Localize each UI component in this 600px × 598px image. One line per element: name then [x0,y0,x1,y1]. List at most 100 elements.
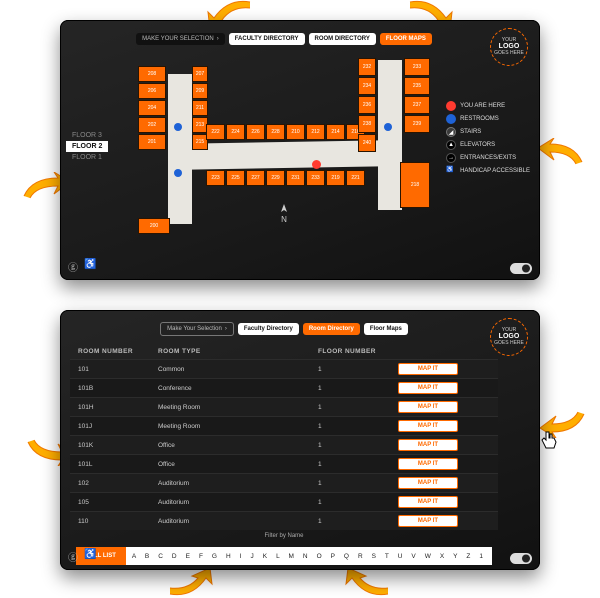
table-row[interactable]: 101HMeeting Room1MAP IT [70,397,498,416]
accessibility-mode-icon[interactable]: ♿ [84,259,96,274]
cell-floor-number: 1 [318,423,398,430]
map-unit[interactable]: 226 [246,124,265,140]
table-row[interactable]: 101KOffice1MAP IT [70,435,498,454]
directory-table: ROOM NUMBER ROOM TYPE FLOOR NUMBER 101Co… [70,344,498,530]
logo-placeholder: YOURLOGOGOES HERE [490,28,528,66]
cell-room-number: 105 [78,499,158,506]
map-unit[interactable]: 227 [246,170,265,186]
map-unit[interactable]: 222 [206,124,225,140]
map-unit[interactable]: 204 [138,100,166,116]
restroom-marker [174,164,182,182]
map-unit[interactable]: 224 [226,124,245,140]
map-unit[interactable]: 201 [138,134,166,150]
compass-icon: N [279,204,289,224]
col-floor-number[interactable]: FLOOR NUMBER [318,348,398,355]
map-unit[interactable]: 219 [326,170,345,186]
map-unit[interactable]: 235 [404,77,430,95]
map-it-button[interactable]: MAP IT [398,401,458,413]
map-unit[interactable]: 236 [358,96,376,114]
map-unit[interactable]: 210 [286,124,305,140]
accessibility-mode-icon[interactable]: ♿ [84,549,96,564]
floor-2-button[interactable]: FLOOR 2 [66,141,108,152]
map-unit[interactable]: 209 [192,83,208,99]
map-unit[interactable]: 206 [138,83,166,99]
map-unit[interactable]: 218 [400,162,430,208]
cell-room-number: 101H [78,404,158,411]
map-it-button[interactable]: MAP IT [398,420,458,432]
map-unit[interactable]: 228 [266,124,285,140]
map-it-button[interactable]: MAP IT [398,458,458,470]
cell-room-number: 101L [78,461,158,468]
map-unit[interactable]: 240 [358,134,376,152]
language-icon[interactable]: ⓖ [68,259,78,274]
map-it-button[interactable]: MAP IT [398,439,458,451]
map-it-button[interactable]: MAP IT [398,382,458,394]
tab-room-directory[interactable]: ROOM DIRECTORY [309,33,376,45]
restroom-marker [174,118,182,136]
cell-room-type: Meeting Room [158,404,318,411]
tab-faculty-directory[interactable]: Faculty Directory [238,323,299,335]
nav-bar: MAKE YOUR SELECTION FACULTY DIRECTORY RO… [70,30,498,48]
table-row[interactable]: 101JMeeting Room1MAP IT [70,416,498,435]
map-unit[interactable]: 237 [404,96,430,114]
tab-room-directory[interactable]: Room Directory [303,323,360,335]
alphabet-strip[interactable]: A B C D E F G H I J K L M N O P Q R S T … [126,547,492,565]
cell-room-number: 102 [78,480,158,487]
you-are-here-marker [312,156,321,174]
table-row[interactable]: 101BConference1MAP IT [70,378,498,397]
map-unit[interactable]: 208 [138,66,166,82]
map-it-button[interactable]: MAP IT [398,496,458,508]
tab-floor-maps[interactable]: FLOOR MAPS [380,33,432,45]
cell-room-type: Conference [158,385,318,392]
floor-1-button[interactable]: FLOOR 1 [66,152,108,163]
cell-room-type: Meeting Room [158,423,318,430]
table-row[interactable]: 101LOffice1MAP IT [70,454,498,473]
map-unit[interactable]: 239 [404,115,430,133]
kiosk-floor-map: MAKE YOUR SELECTION FACULTY DIRECTORY RO… [60,20,540,280]
floor-3-button[interactable]: FLOOR 3 [66,130,108,141]
map-unit[interactable]: 211 [192,100,208,116]
floor-plan[interactable]: 208206204202201 207209211213215 200 2222… [134,54,434,234]
map-unit[interactable]: 223 [206,170,225,186]
cell-room-type: Office [158,442,318,449]
map-unit[interactable]: 200 [138,218,170,234]
nav-prompt: Make Your Selection [160,322,234,336]
map-unit[interactable]: 233 [404,58,430,76]
map-unit[interactable]: 212 [306,124,325,140]
map-unit[interactable]: 221 [346,170,365,186]
logo-placeholder: YOURLOGOGOES HERE [490,318,528,356]
cursor-hand-icon [538,430,560,452]
col-room-type[interactable]: ROOM TYPE [158,348,318,355]
map-it-button[interactable]: MAP IT [398,363,458,375]
tab-faculty-directory[interactable]: FACULTY DIRECTORY [229,33,305,45]
language-icon[interactable]: ⓖ [68,549,78,564]
tab-floor-maps[interactable]: Floor Maps [364,323,408,335]
map-unit[interactable]: 238 [358,115,376,133]
map-unit[interactable]: 225 [226,170,245,186]
cell-floor-number: 1 [318,461,398,468]
dark-mode-toggle[interactable] [510,553,532,564]
elevator-icon: ▲ [446,140,456,150]
table-row[interactable]: 105Auditorium1MAP IT [70,492,498,511]
map-unit[interactable]: 214 [326,124,345,140]
table-row[interactable]: 102Auditorium1MAP IT [70,473,498,492]
table-row[interactable]: 110Auditorium1MAP IT [70,511,498,530]
map-it-button[interactable]: MAP IT [398,477,458,489]
cell-floor-number: 1 [318,518,398,525]
map-unit[interactable]: 232 [358,58,376,76]
dark-mode-toggle[interactable] [510,263,532,274]
cell-floor-number: 1 [318,442,398,449]
map-it-button[interactable]: MAP IT [398,515,458,527]
cell-room-type: Auditorium [158,518,318,525]
map-unit[interactable]: 234 [358,77,376,95]
floor-selector: FLOOR 3 FLOOR 2 FLOOR 1 [66,130,108,163]
map-unit[interactable]: 231 [286,170,305,186]
map-unit[interactable]: 207 [192,66,208,82]
cell-room-number: 101K [78,442,158,449]
table-row[interactable]: 101Common1MAP IT [70,359,498,378]
map-unit[interactable]: 202 [138,117,166,133]
cell-floor-number: 1 [318,385,398,392]
arrow-icon [540,408,590,438]
col-room-number[interactable]: ROOM NUMBER [78,348,158,355]
map-unit[interactable]: 229 [266,170,285,186]
